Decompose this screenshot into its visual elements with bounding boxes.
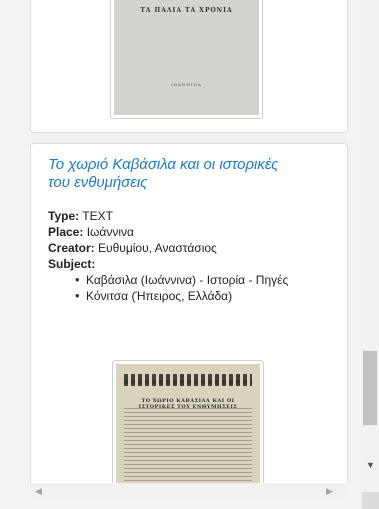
field-place: Place: Ιωάννινα bbox=[48, 224, 338, 240]
field-creator: Creator: Ευθυμίου, Αναστάσιος bbox=[48, 240, 338, 256]
scan-text-lines bbox=[124, 408, 252, 492]
result-card-previous: ΤΑ ΠΑΛΙΑ ΤΑ ΧΡΟΝΙΑ ΙΩΑΝΝΙΝΑ bbox=[30, 0, 348, 133]
result-card: Το χωριό Καβάσιλα και οι ιστορικές του ε… bbox=[30, 143, 348, 492]
subject-item: Κόνιτσα (Ήπειρος, Ελλάδα) bbox=[75, 288, 306, 304]
vertical-scrollbar[interactable]: ▼ bbox=[362, 0, 379, 492]
page-scan-image: ΤΟ ΧΩΡΙΟ ΚΑΒΑΣΙΛΑ ΚΑΙ ΟΙ ΙΣΤΟΡΙΚΕΣ ΤΟΥ Ε… bbox=[116, 364, 260, 492]
result-thumbnail[interactable]: ΤΑ ΠΑΛΙΑ ΤΑ ΧΡΟΝΙΑ ΙΩΑΝΝΙΝΑ bbox=[110, 0, 263, 119]
scroll-down-arrow-icon[interactable]: ▼ bbox=[362, 457, 379, 474]
scroll-right-arrow-icon[interactable]: ▶ bbox=[321, 483, 338, 500]
field-creator-value: Ευθυμίου, Αναστάσιος bbox=[98, 241, 217, 255]
horizontal-scrollbar[interactable]: ◀ ▶ bbox=[30, 483, 348, 500]
book-cover-image: ΤΑ ΠΑΛΙΑ ΤΑ ΧΡΟΝΙΑ ΙΩΑΝΝΙΝΑ bbox=[114, 0, 259, 115]
field-subject-label: Subject: bbox=[48, 257, 96, 271]
results-viewport: ΤΑ ΠΑΛΙΑ ΤΑ ΧΡΟΝΙΑ ΙΩΑΝΝΙΝΑ Το χωριό Καβ… bbox=[0, 0, 362, 492]
field-type-value: TEXT bbox=[82, 209, 113, 223]
result-metadata: Type: TEXT Place: Ιωάννινα Creator: Ευθυ… bbox=[48, 208, 338, 304]
field-creator-label: Creator: bbox=[48, 241, 95, 255]
result-thumbnail[interactable]: ΤΟ ΧΩΡΙΟ ΚΑΒΑΣΙΛΑ ΚΑΙ ΟΙ ΙΣΤΟΡΙΚΕΣ ΤΟΥ Ε… bbox=[112, 360, 264, 492]
subject-list: Καβάσιλα (Ιωάννινα) - Ιστορία - Πηγές Κό… bbox=[48, 272, 338, 304]
cover-publisher-text: ΙΩΑΝΝΙΝΑ bbox=[171, 82, 202, 87]
cover-title-text: ΤΑ ΠΑΛΙΑ ΤΑ ΧΡΟΝΙΑ bbox=[140, 7, 233, 14]
vertical-scrollbar-thumb[interactable] bbox=[363, 351, 377, 425]
result-title-link[interactable]: Το χωριό Καβάσιλα και οι ιστορικές του ε… bbox=[48, 156, 288, 192]
field-subject: Subject: bbox=[48, 256, 338, 272]
subject-item: Καβάσιλα (Ιωάννινα) - Ιστορία - Πηγές bbox=[75, 272, 306, 288]
ornamental-border bbox=[124, 380, 252, 384]
scrollbar-corner bbox=[362, 492, 379, 509]
field-type: Type: TEXT bbox=[48, 208, 338, 224]
scroll-left-arrow-icon[interactable]: ◀ bbox=[30, 483, 47, 500]
field-place-label: Place: bbox=[48, 225, 84, 239]
field-place-value: Ιωάννινα bbox=[86, 225, 134, 239]
field-type-label: Type: bbox=[48, 209, 80, 223]
